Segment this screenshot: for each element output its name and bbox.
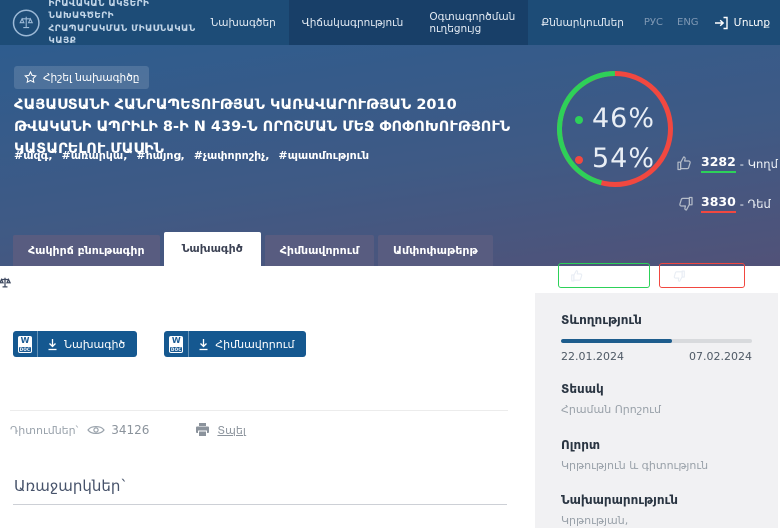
vote-for-button-label: Կողմ եմ — [592, 269, 638, 282]
red-dot-icon — [575, 156, 583, 164]
vote-for-count-row: 3282 - Կողմ — [676, 154, 778, 173]
tag-link[interactable]: #առարկա, — [62, 149, 128, 162]
print-label: Տպել — [217, 424, 245, 437]
tab-summary-sheet[interactable]: Ամփոփաթերթ — [378, 235, 493, 266]
tab-brief-description[interactable]: Հակիրճ բնութագիր — [13, 235, 160, 266]
word-doc-icon: W DOC — [164, 331, 189, 357]
info-sidebar: Տևողություն 22.01.2024 07.02.2024 Տեսակ … — [535, 293, 778, 528]
thumbs-down-icon — [676, 195, 694, 212]
views-row: Դիտումներ՝ 34126 Տպել — [10, 423, 246, 437]
divider — [13, 504, 507, 505]
vote-donut-chart: 46% 54% — [556, 70, 674, 188]
doc-letter: W — [18, 336, 32, 346]
sector-title: Ոլորտ — [561, 438, 752, 452]
logo-line1: ԻՐԱՎԱԿԱՆ ԱԿՏԵՐԻ ՆԱԽԱԳԾԵՐԻ — [48, 0, 197, 23]
print-button[interactable]: Տպել — [195, 423, 245, 437]
suggestions-title: Առաջարկներ` — [14, 477, 128, 495]
divider — [10, 410, 508, 411]
star-icon — [24, 71, 37, 84]
vote-against-button[interactable]: Դեմ եմ — [659, 263, 745, 288]
start-date: 22.01.2024 — [561, 350, 624, 363]
eye-icon — [87, 424, 105, 436]
lang-rus[interactable]: РУС — [637, 17, 670, 28]
sector-value: Կրթություն և գիտություն — [561, 458, 752, 475]
hero-banner: Հիշել նախագիծը ՀԱՅԱՍՏԱՆԻ ՀԱՆՐԱՊԵՏՈՒԹՅԱՆ … — [0, 45, 780, 266]
lang-eng[interactable]: ENG — [670, 17, 706, 28]
views-label: Դիտումներ՝ — [10, 424, 78, 437]
doc-band-label: DOC — [170, 347, 182, 352]
tags: #ազգ, #առարկա, #հայոց, #չափորոշիչ, #պատմ… — [14, 149, 369, 162]
download-draft-button[interactable]: W DOC Նախագիծ — [13, 331, 137, 357]
vote-against-count-row: 3830 - Դեմ — [676, 194, 771, 213]
remember-draft-button[interactable]: Հիշել նախագիծը — [14, 66, 149, 89]
login-icon — [714, 16, 729, 30]
login-label: Մուտք — [734, 17, 770, 29]
end-date: 07.02.2024 — [689, 350, 752, 363]
vote-for-button[interactable]: Կողմ եմ — [558, 263, 650, 288]
thumbs-down-icon — [671, 269, 686, 283]
green-dot-icon — [575, 116, 583, 124]
tab-justification[interactable]: Հիմնավորում — [265, 235, 374, 266]
thumbs-up-icon — [676, 155, 694, 172]
download-justification-label: Հիմնավորում — [215, 338, 294, 351]
logo-text: ԻՐԱՎԱԿԱՆ ԱԿՏԵՐԻ ՆԱԽԱԳԾԵՐԻ ՀՐԱՊԱՐԱԿՄԱՆ ՄԻ… — [48, 0, 197, 47]
download-justification-button[interactable]: W DOC Հիմնավորում — [164, 331, 306, 357]
duration-dates: 22.01.2024 07.02.2024 — [561, 350, 752, 363]
sector-block: Ոլորտ Կրթություն և գիտություն — [561, 438, 752, 475]
logo-line2: ՀՐԱՊԱՐԱԿՄԱՆ ՄԻԱՍՆԱԿԱՆ ԿԱՅՔ — [48, 23, 197, 47]
download-icon — [47, 338, 58, 351]
doc-letter: W — [169, 336, 183, 346]
printer-icon — [195, 423, 210, 437]
download-icon — [198, 338, 209, 351]
scales-logo-icon — [12, 6, 40, 40]
vote-for-count-label: - Կողմ — [740, 157, 778, 171]
download-buttons: W DOC Նախագիծ W DOC — [13, 331, 306, 357]
login-button[interactable]: Մուտք — [714, 16, 770, 30]
vote-for-percent: 46% — [592, 103, 655, 134]
remember-draft-label: Հիշել նախագիծը — [43, 72, 139, 84]
tag-link[interactable]: #ազգ, — [14, 149, 53, 162]
site-logo[interactable]: ԻՐԱՎԱԿԱՆ ԱԿՏԵՐԻ ՆԱԽԱԳԾԵՐԻ ՀՐԱՊԱՐԱԿՄԱՆ ՄԻ… — [12, 0, 198, 47]
vote-against-count-label: - Դեմ — [740, 197, 771, 211]
ministry-value: Կրթության, գիտության,մշակույթի և սպորտի … — [561, 513, 752, 528]
duration-title: Տևողություն — [561, 313, 752, 327]
nav-item-guide[interactable]: Օգտագործման ուղեցույց — [416, 0, 528, 45]
tag-link[interactable]: #չափորոշիչ, — [194, 149, 270, 162]
vote-for-percent-row: 46% — [556, 103, 674, 134]
doc-band-label: DOC — [19, 347, 31, 352]
thumbs-up-icon — [570, 269, 585, 283]
type-value: Հրաման Որոշում — [561, 402, 752, 419]
nav-item-statistics[interactable]: Վիճակագրություն — [289, 0, 417, 45]
tab-bar: Հակիրճ բնութագիր Նախագիծ Հիմնավորում Ամփ… — [13, 232, 493, 266]
nav-item-drafts[interactable]: Նախագծեր — [198, 0, 289, 45]
duration-progress-bar — [561, 339, 752, 343]
tag-link[interactable]: #պատմություն — [278, 149, 369, 162]
tab-draft[interactable]: Նախագիծ — [164, 232, 261, 266]
word-doc-icon: W DOC — [13, 331, 38, 357]
vote-against-percent-row: 54% — [556, 143, 674, 174]
type-title: Տեսակ — [561, 382, 752, 396]
nav-item-discussions[interactable]: Քննարկումներ — [528, 0, 637, 45]
ministry-title: Նախարարություն — [561, 493, 752, 507]
vote-against-percent: 54% — [592, 143, 655, 174]
download-draft-label: Նախագիծ — [64, 338, 125, 351]
tag-link[interactable]: #հայոց, — [136, 149, 184, 162]
scales-watermark-icon — [0, 271, 17, 299]
ministry-block: Նախարարություն Կրթության, գիտության,մշակ… — [561, 493, 752, 528]
header: ԻՐԱՎԱԿԱՆ ԱԿՏԵՐԻ ՆԱԽԱԳԾԵՐԻ ՀՐԱՊԱՐԱԿՄԱՆ ՄԻ… — [0, 0, 780, 45]
main-nav: Նախագծեր Վիճակագրություն Օգտագործման ուղ… — [198, 0, 770, 45]
vote-against-button-label: Դեմ եմ — [693, 269, 733, 282]
vote-for-count: 3282 — [701, 154, 736, 173]
duration-progress-fill — [561, 339, 672, 343]
type-block: Տեսակ Հրաման Որոշում — [561, 382, 752, 419]
page: ԻՐԱՎԱԿԱՆ ԱԿՏԵՐԻ ՆԱԽԱԳԾԵՐԻ ՀՐԱՊԱՐԱԿՄԱՆ ՄԻ… — [0, 0, 780, 528]
vote-buttons: Կողմ եմ Դեմ եմ — [558, 263, 745, 288]
views-count: 34126 — [111, 423, 149, 437]
vote-against-count: 3830 — [701, 194, 736, 213]
